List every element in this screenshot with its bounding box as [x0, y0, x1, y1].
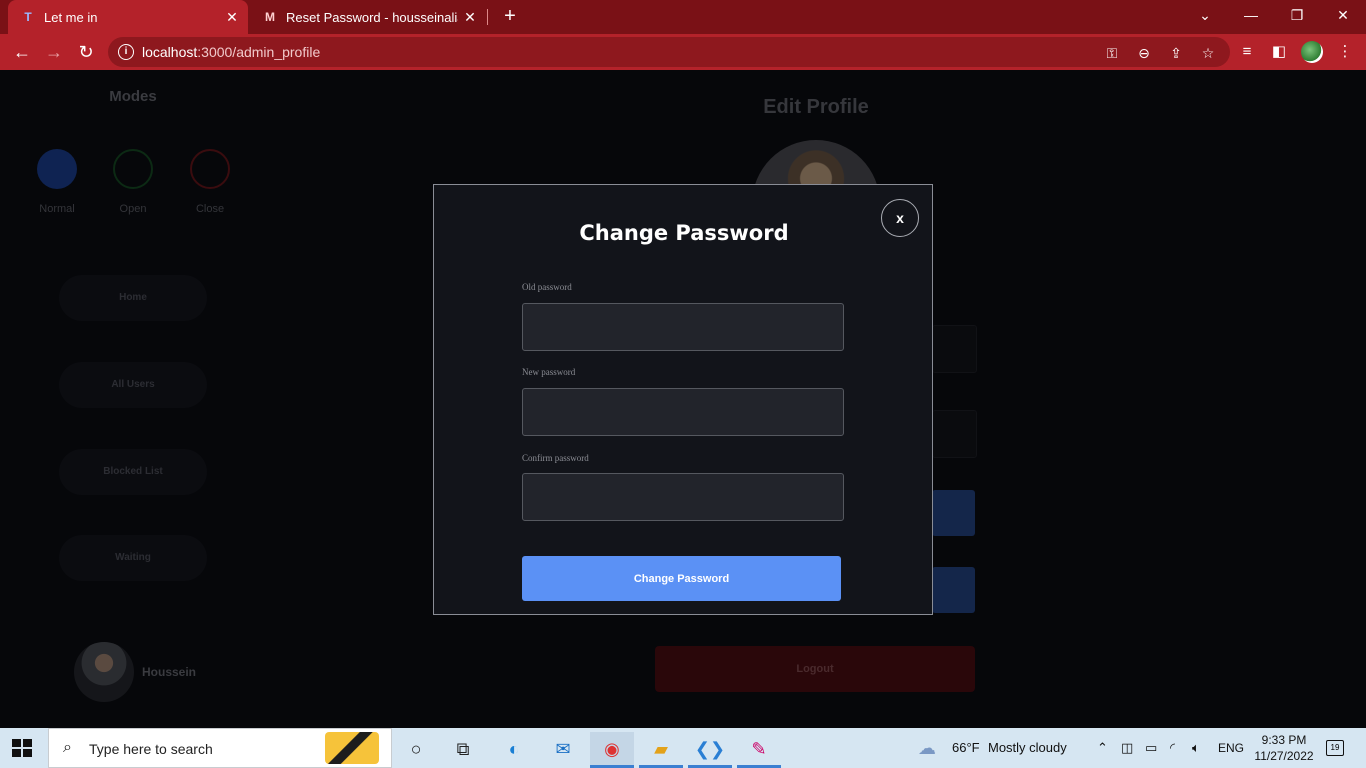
mode-label: Normal [39, 203, 75, 215]
sidebar-item-all-users[interactable]: All Users [59, 362, 207, 408]
taskbar-search-box[interactable]: ⌕ Type here to search [48, 728, 392, 768]
side-panel-icon[interactable]: ◧ [1268, 42, 1290, 62]
file-explorer-icon[interactable]: ▰ [639, 732, 683, 768]
tab-separator [487, 9, 488, 25]
profile-field[interactable] [932, 325, 977, 373]
new-tab-icon[interactable]: + [498, 5, 522, 29]
volume-icon[interactable]: 🔈︎ [1192, 728, 1200, 768]
tab-title: Let me in [44, 9, 98, 25]
logout-button[interactable]: Logout [655, 646, 975, 692]
browser-toolbar: ← → ↻ i localhost:3000/admin_profile ⚿ ⊖… [0, 34, 1366, 70]
weather-icon[interactable]: ☁ [918, 728, 936, 768]
wifi-icon[interactable]: ◜ [1170, 728, 1175, 768]
site-info-icon[interactable]: i [118, 44, 134, 60]
search-icon: ⌕ [63, 739, 72, 756]
language-indicator[interactable]: ENG [1218, 728, 1244, 768]
change-password-button[interactable]: Change Password [522, 556, 841, 601]
browser-tab-bar: T Let me in ✕ M Reset Password - houssei… [0, 0, 1366, 34]
confirm-password-label: Confirm password [522, 453, 589, 463]
search-placeholder: Type here to search [89, 741, 213, 757]
task-view-icon[interactable]: ⧉ [441, 732, 485, 768]
mode-close-circle[interactable] [190, 149, 230, 189]
vscode-icon[interactable]: ❮❯ [688, 732, 732, 768]
app-favicon-icon: T [24, 10, 32, 24]
clock-date: 11/27/2022 [1254, 749, 1314, 763]
tab-search-chevron-icon[interactable]: ⌄ [1182, 0, 1228, 30]
old-password-input[interactable] [522, 303, 844, 351]
new-password-input[interactable] [522, 388, 844, 436]
restore-icon[interactable]: ❐ [1274, 0, 1320, 30]
profile-field[interactable] [932, 410, 977, 458]
battery-icon[interactable]: ▭ [1145, 728, 1157, 768]
admin-profile-page: Modes Normal Open Close Home All Users B… [0, 70, 1366, 728]
meet-now-icon[interactable]: ◫ [1121, 728, 1133, 768]
zoom-icon[interactable]: ⊖ [1135, 44, 1153, 62]
paint-icon[interactable]: ✎ [737, 732, 781, 768]
profile-action-button[interactable] [932, 567, 975, 613]
gmail-icon: M [265, 10, 275, 24]
share-icon[interactable]: ⇪ [1167, 44, 1185, 62]
user-name: Houssein [142, 665, 197, 679]
minimize-icon[interactable]: — [1228, 0, 1274, 30]
mode-normal[interactable]: Normal [27, 149, 87, 215]
cortana-icon[interactable]: ○ [394, 732, 438, 768]
weather-temp[interactable]: 66°F [952, 728, 980, 768]
tray-chevron-up-icon[interactable]: ⌃ [1097, 728, 1108, 768]
sidebar-item-waiting[interactable]: Waiting [59, 535, 207, 581]
key-icon[interactable]: ⚿ [1103, 44, 1121, 62]
avatar [74, 642, 134, 702]
taskbar-clock[interactable]: 9:33 PM 11/27/2022 [1248, 732, 1320, 764]
mode-label: Close [195, 203, 225, 215]
mode-close[interactable]: Close [180, 149, 240, 215]
profile-avatar-icon[interactable] [1301, 41, 1323, 63]
search-highlight-image[interactable] [325, 732, 379, 764]
tab-let-me-in[interactable]: T Let me in ✕ [8, 0, 248, 34]
windows-taskbar: ⌕ Type here to search ○ ⧉ ◐ ✉ ◉ ▰ ❮❯ ✎ ☁… [0, 728, 1366, 768]
notification-icon[interactable]: 19 [1326, 740, 1344, 756]
reload-icon[interactable]: ↻ [73, 40, 99, 64]
profile-action-button[interactable] [932, 490, 975, 536]
sidebar-item-home[interactable]: Home [59, 275, 207, 321]
weather-text[interactable]: Mostly cloudy [988, 728, 1067, 768]
menu-kebab-icon[interactable]: ⋮ [1334, 42, 1356, 62]
sidebar-user[interactable]: Houssein [74, 642, 196, 702]
url-text: localhost:3000/admin_profile [142, 44, 321, 60]
windows-start-icon[interactable] [12, 739, 32, 757]
change-password-modal: x Change Password Old password New passw… [433, 184, 933, 615]
tab-title: Reset Password - housseinalialdr [286, 9, 458, 25]
address-bar[interactable]: i localhost:3000/admin_profile ⚿ ⊖ ⇪ ☆ [108, 37, 1230, 67]
mode-normal-circle[interactable] [37, 149, 77, 189]
back-arrow-icon[interactable]: ← [9, 40, 35, 64]
window-close-icon[interactable]: ✕ [1320, 0, 1366, 30]
modal-title: Change Password [579, 221, 789, 245]
tab-reset-password[interactable]: M Reset Password - housseinalialdr ✕ [250, 0, 486, 34]
clock-time: 9:33 PM [1261, 733, 1307, 747]
bookmark-star-icon[interactable]: ☆ [1199, 44, 1217, 62]
forward-arrow-icon[interactable]: → [41, 40, 67, 64]
mode-open-circle[interactable] [113, 149, 153, 189]
edge-icon[interactable]: ◐ [492, 732, 536, 768]
mode-open[interactable]: Open [103, 149, 163, 215]
mode-label: Open [119, 203, 147, 215]
new-password-label: New password [522, 367, 576, 377]
sidebar-item-blocked-list[interactable]: Blocked List [59, 449, 207, 495]
page-title: Edit Profile [763, 96, 869, 118]
media-queue-icon[interactable]: ≡ [1236, 42, 1258, 62]
tab-close-icon[interactable]: ✕ [220, 9, 244, 26]
mail-icon[interactable]: ✉ [541, 732, 585, 768]
chrome-icon[interactable]: ◉ [590, 732, 634, 768]
confirm-password-input[interactable] [522, 473, 844, 521]
tab-close-icon[interactable]: ✕ [458, 9, 482, 26]
modes-heading: Modes [109, 88, 157, 105]
old-password-label: Old password [522, 282, 572, 292]
